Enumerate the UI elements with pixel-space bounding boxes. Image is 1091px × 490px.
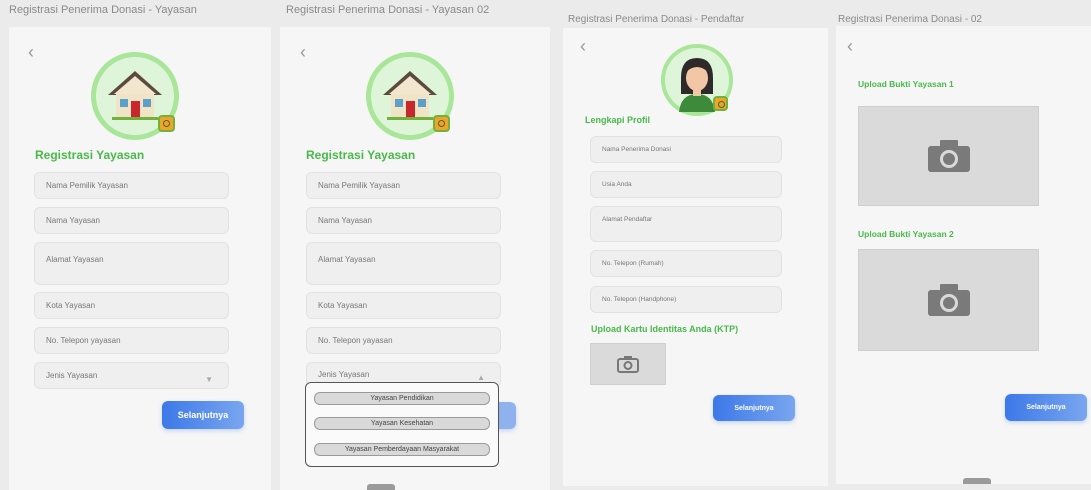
scroll-indicator (367, 484, 395, 490)
screen-registrasi-yayasan: ‹ Registrasi Yayasan Nama Pemilik Yayasa… (9, 27, 271, 490)
telepon-yayasan-input[interactable]: No. Telepon yayasan (306, 327, 501, 354)
dropdown-option-kesehatan[interactable]: Yayasan Kesehatan (314, 417, 490, 430)
upload-bukti-2-box[interactable] (858, 249, 1039, 351)
nama-yayasan-input[interactable]: Nama Yayasan (306, 207, 501, 234)
chevron-up-icon: ▲ (477, 373, 485, 382)
frame-title: Registrasi Penerima Donasi - Pendaftar (568, 14, 745, 25)
ktp-upload-heading: Upload Kartu Identitas Anda (KTP) (591, 324, 739, 334)
alamat-yayasan-input[interactable]: Alamat Yayasan (306, 242, 501, 285)
usia-input[interactable]: Usia Anda (590, 171, 782, 198)
back-arrow-icon[interactable]: ‹ (580, 37, 586, 55)
jenis-yayasan-dropdown: Yayasan Pendidikan Yayasan Kesehatan Yay… (305, 382, 499, 467)
camera-icon[interactable] (713, 96, 728, 111)
scroll-indicator (963, 478, 991, 484)
avatar-upload[interactable] (366, 52, 454, 140)
nama-pemilik-input[interactable]: Nama Pemilik Yayasan (34, 172, 229, 199)
alamat-pendaftar-input[interactable]: Alamat Pendaftar (590, 206, 782, 242)
screen-registrasi-yayasan-02: ‹ Registrasi Yayasan Nama Pemilik Yayasa… (280, 27, 550, 490)
frame-title: Registrasi Penerima Donasi - Yayasan 02 (286, 4, 490, 16)
screen-pendaftar: ‹ Lengkapi Profil Nama Penerima Donasi U… (563, 28, 828, 486)
jenis-yayasan-label: Jenis Yayasan (318, 370, 370, 379)
next-button[interactable]: Selanjutnya (1005, 394, 1087, 421)
dropdown-option-pendidikan[interactable]: Yayasan Pendidikan (314, 392, 490, 405)
frame-title: Registrasi Penerima Donasi - 02 (838, 14, 982, 25)
camera-icon (617, 356, 639, 373)
next-button[interactable]: Selanjutnya (162, 401, 244, 429)
back-arrow-icon[interactable]: ‹ (300, 43, 306, 61)
upload-bukti-1-box[interactable] (858, 106, 1039, 206)
dropdown-option-pemberdayaan[interactable]: Yayasan Pemberdayaan Masyarakat (314, 443, 490, 456)
telepon-rumah-input[interactable]: No. Telepon (Rumah) (590, 250, 782, 277)
camera-icon (927, 140, 970, 172)
camera-icon[interactable] (158, 115, 175, 132)
screen-upload-bukti: ‹ Upload Bukti Yayasan 1 Upload Bukti Ya… (836, 26, 1091, 484)
page-title: Registrasi Yayasan (306, 148, 416, 162)
avatar-upload[interactable] (661, 44, 733, 116)
alamat-yayasan-input[interactable]: Alamat Yayasan (34, 242, 229, 285)
frame-title: Registrasi Penerima Donasi - Yayasan (9, 4, 197, 16)
chevron-down-icon: ▼ (205, 375, 213, 384)
ktp-upload-box[interactable] (590, 343, 666, 385)
back-arrow-icon[interactable]: ‹ (847, 37, 853, 55)
jenis-yayasan-select[interactable]: Jenis Yayasan ▼ (34, 362, 229, 389)
nama-penerima-input[interactable]: Nama Penerima Donasi (590, 136, 782, 163)
back-arrow-icon[interactable]: ‹ (28, 43, 34, 61)
next-button[interactable]: Selanjutnya (713, 395, 795, 421)
jenis-yayasan-label: Jenis Yayasan (46, 371, 98, 380)
telepon-yayasan-input[interactable]: No. Telepon yayasan (34, 327, 229, 354)
camera-icon[interactable] (433, 115, 450, 132)
nama-yayasan-input[interactable]: Nama Yayasan (34, 207, 229, 234)
nama-pemilik-input[interactable]: Nama Pemilik Yayasan (306, 172, 501, 199)
avatar-upload[interactable] (91, 52, 179, 140)
camera-icon (927, 284, 970, 316)
upload-bukti-2-heading: Upload Bukti Yayasan 2 (858, 229, 954, 239)
page-title: Registrasi Yayasan (35, 148, 145, 162)
upload-bukti-1-heading: Upload Bukti Yayasan 1 (858, 79, 954, 89)
telepon-handphone-input[interactable]: No. Telepon (Handphone) (590, 286, 782, 313)
kota-yayasan-input[interactable]: Kota Yayasan (34, 292, 229, 319)
page-title: Lengkapi Profil (585, 115, 651, 125)
kota-yayasan-input[interactable]: Kota Yayasan (306, 292, 501, 319)
